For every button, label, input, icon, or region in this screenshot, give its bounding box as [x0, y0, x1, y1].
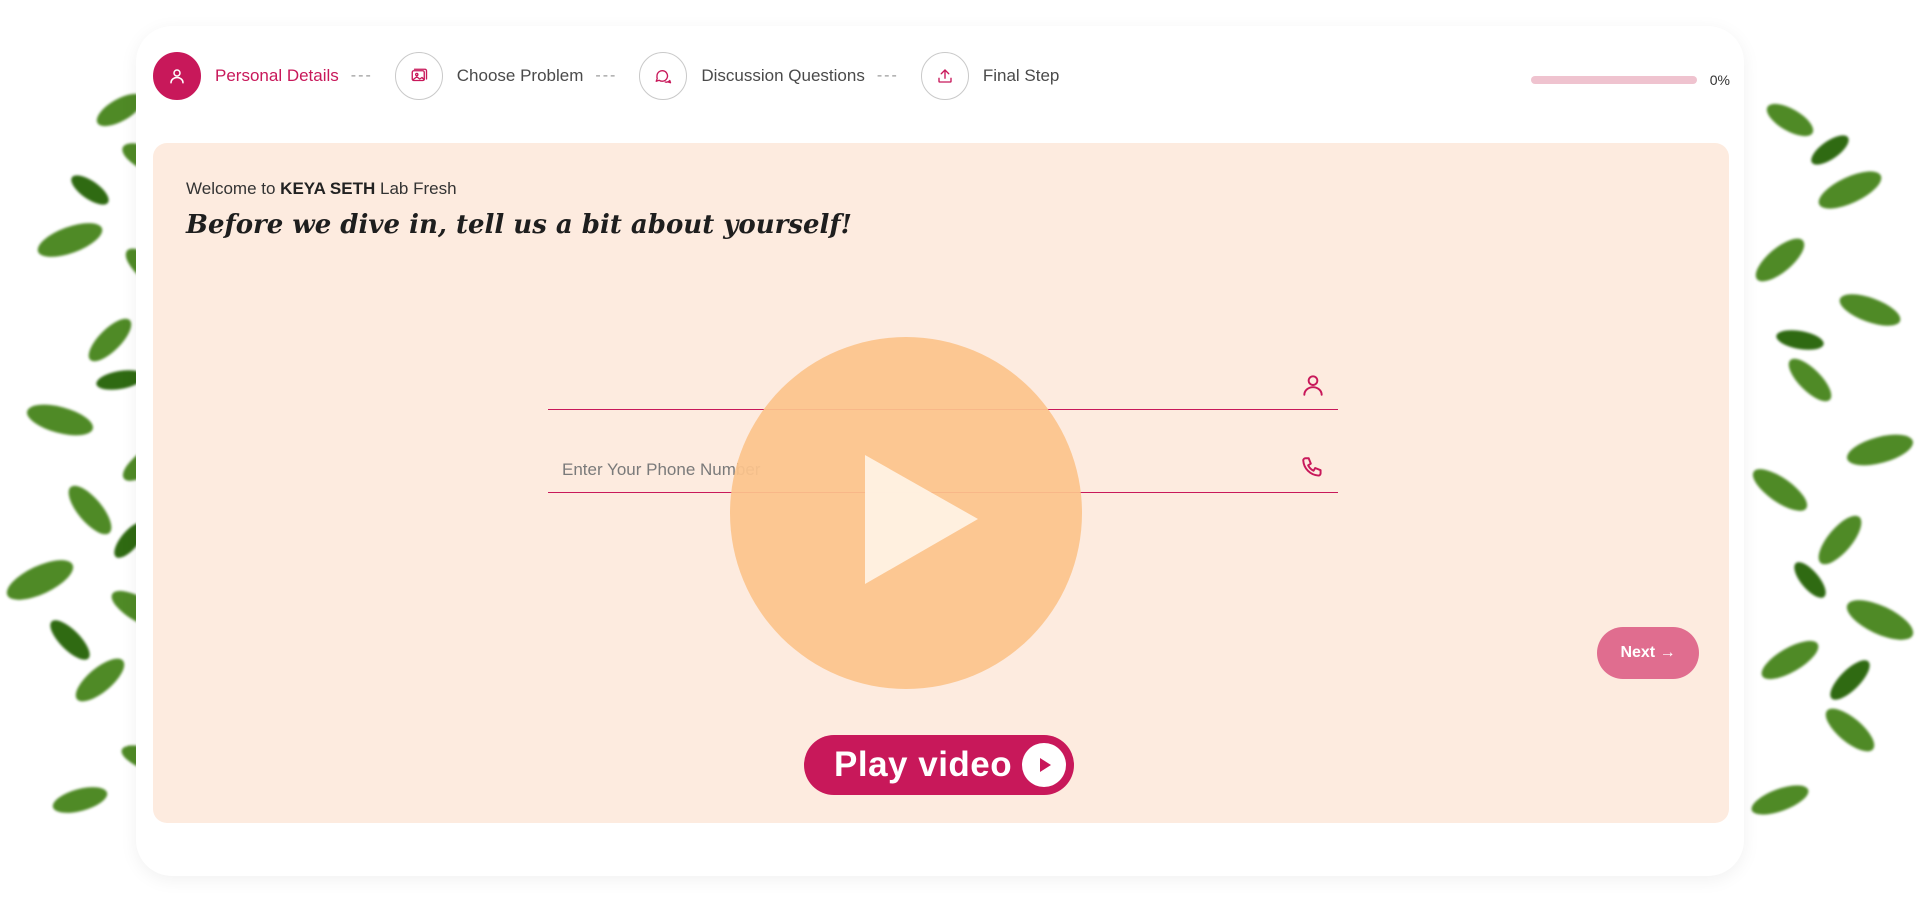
user-icon — [153, 52, 201, 100]
step-personal-details[interactable]: Personal Details --- — [153, 52, 395, 100]
step-separator: --- — [350, 67, 373, 84]
chat-icon — [639, 52, 688, 100]
welcome-prefix: Welcome to — [186, 179, 281, 198]
phone-icon — [1302, 457, 1322, 477]
progress-indicator: 0% — [1530, 72, 1730, 88]
right-foliage-decoration — [1730, 40, 1920, 880]
progress-text: 0% — [1709, 72, 1730, 88]
video-play-overlay[interactable] — [730, 337, 1082, 689]
step-label: Choose Problem — [456, 66, 584, 85]
play-video-button[interactable]: Play video — [804, 735, 1074, 795]
step-label: Personal Details — [215, 66, 339, 85]
personal-details-panel: Welcome to KEYA SETH Lab Fresh Before we… — [153, 143, 1729, 823]
step-label: Discussion Questions — [701, 66, 865, 85]
stepper: Personal Details --- Choose Problem --- … — [153, 51, 1059, 101]
play-circle-icon — [1022, 743, 1066, 787]
step-choose-problem[interactable]: Choose Problem --- — [394, 52, 640, 100]
step-separator: --- — [876, 67, 899, 84]
progress-bar — [1530, 76, 1697, 84]
image-icon — [394, 52, 443, 100]
welcome-text: Welcome to KEYA SETH Lab Fresh — [186, 179, 457, 199]
form-card: Personal Details --- Choose Problem --- … — [136, 26, 1744, 876]
upload-icon — [920, 52, 969, 100]
play-video-label: Play video — [834, 745, 1013, 784]
next-button[interactable]: Next → — [1597, 627, 1699, 679]
step-final-step[interactable]: Final Step — [920, 52, 1060, 100]
play-icon — [865, 455, 978, 584]
welcome-brand: KEYA SETH — [280, 179, 376, 198]
page-title: Before we dive in, tell us a bit about y… — [186, 210, 852, 240]
welcome-suffix: Lab Fresh — [375, 179, 457, 198]
step-discussion-questions[interactable]: Discussion Questions --- — [639, 52, 920, 100]
step-label: Final Step — [982, 66, 1060, 85]
step-separator: --- — [595, 67, 618, 84]
user-icon — [1303, 375, 1323, 396]
